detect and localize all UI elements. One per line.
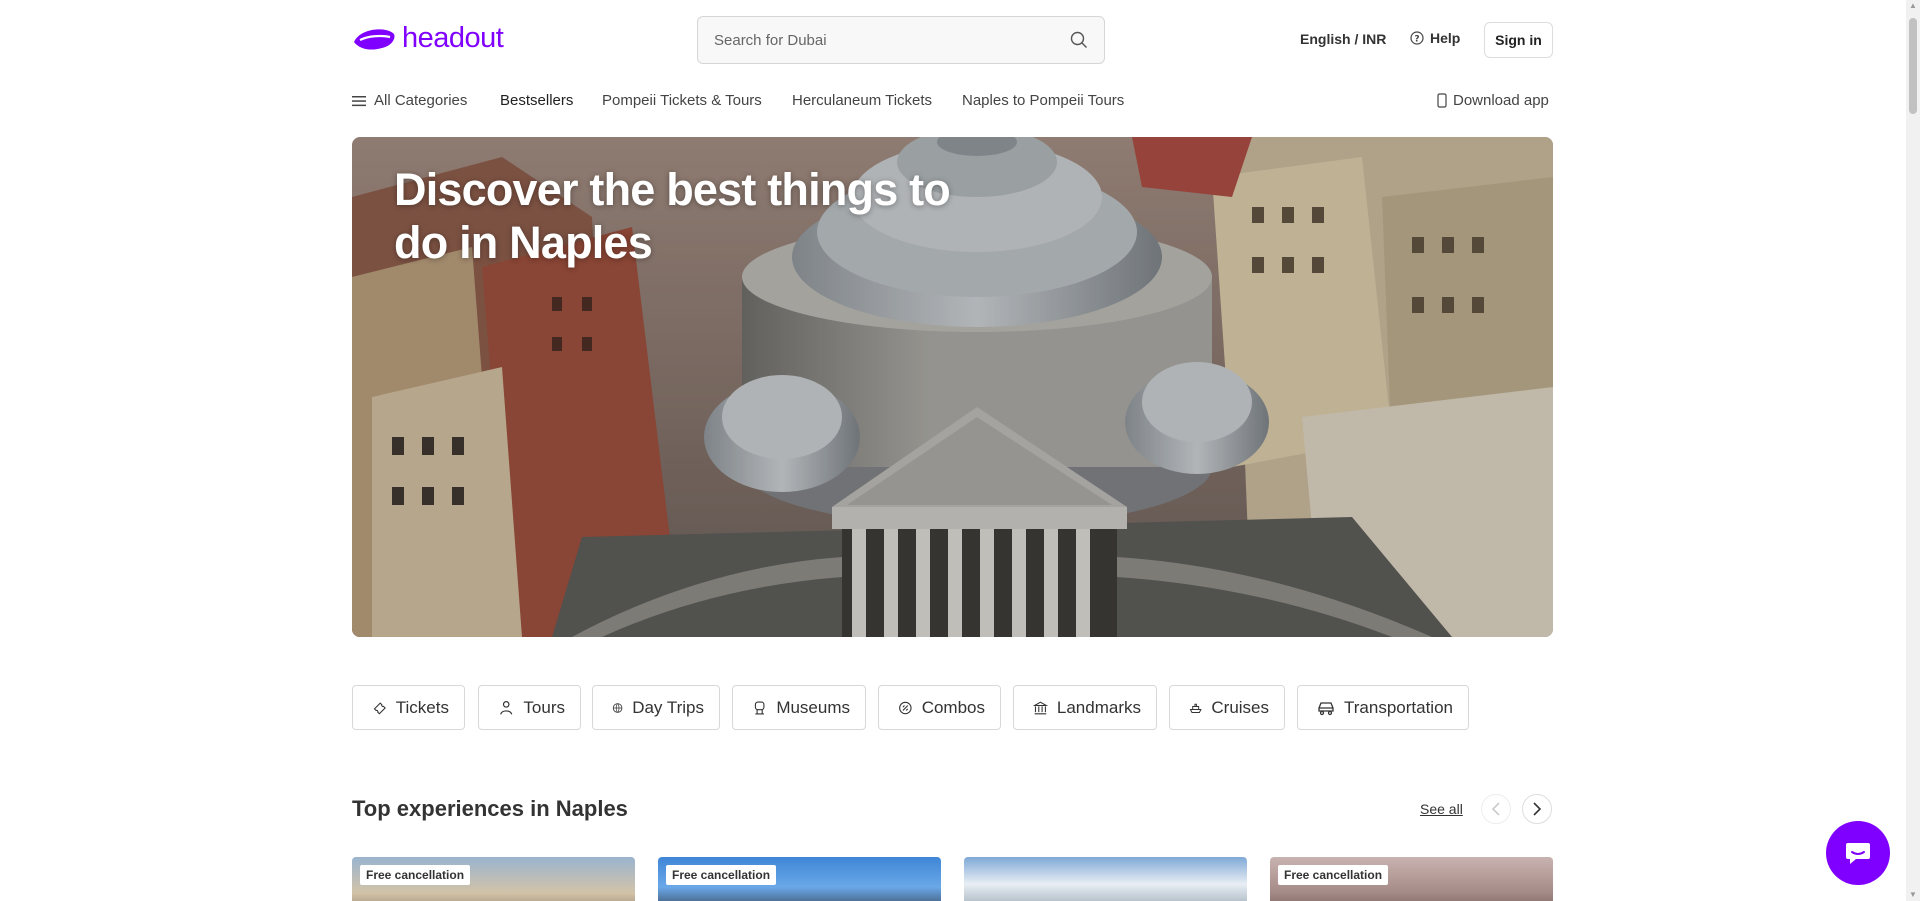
- download-app-link[interactable]: Download app: [1437, 92, 1549, 109]
- landmark-icon: [1033, 701, 1048, 714]
- chip-day-trips[interactable]: Day Trips: [592, 685, 720, 730]
- nav-all-categories[interactable]: All Categories: [352, 92, 467, 109]
- sign-in-button[interactable]: Sign in: [1484, 22, 1553, 58]
- free-cancellation-badge: Free cancellation: [1278, 865, 1389, 885]
- experience-card[interactable]: Free cancellation: [352, 857, 635, 901]
- scroll-down-arrow-icon[interactable]: ▼: [1909, 891, 1917, 899]
- nav-herculaneum-tickets[interactable]: Herculaneum Tickets: [792, 92, 932, 109]
- scroll-up-arrow-icon[interactable]: ▲: [1909, 2, 1917, 10]
- experience-card[interactable]: Free cancellation: [1270, 857, 1553, 901]
- logo-text: headout: [402, 22, 504, 54]
- chip-label: Museums: [776, 697, 850, 717]
- chip-combos[interactable]: Combos: [878, 685, 1001, 730]
- chip-label: Transportation: [1344, 697, 1453, 717]
- chat-support-button[interactable]: [1826, 821, 1890, 885]
- carousel-next-button[interactable]: [1522, 794, 1552, 824]
- search-icon[interactable]: [1070, 31, 1088, 49]
- day-trips-icon: [612, 702, 623, 713]
- carousel-prev-button[interactable]: [1481, 794, 1511, 824]
- free-cancellation-badge: Free cancellation: [360, 865, 471, 885]
- search-box[interactable]: [697, 16, 1105, 64]
- transportation-icon: [1318, 701, 1334, 715]
- search-input[interactable]: [714, 31, 1070, 49]
- free-cancellation-badge: Free cancellation: [666, 865, 777, 885]
- scrollbar-thumb[interactable]: [1909, 18, 1917, 114]
- chip-transportation[interactable]: Transportation: [1297, 685, 1469, 730]
- chip-landmarks[interactable]: Landmarks: [1013, 685, 1157, 730]
- hamburger-icon: [352, 95, 366, 106]
- chip-cruises[interactable]: Cruises: [1169, 685, 1285, 730]
- page-scrollbar[interactable]: ▲ ▼: [1906, 0, 1920, 901]
- combos-icon: [899, 701, 912, 714]
- chip-label: Landmarks: [1056, 697, 1141, 717]
- experience-card[interactable]: Free cancellation: [658, 857, 941, 901]
- chevron-right-icon: [1533, 802, 1542, 816]
- logo-mark-icon: [354, 28, 395, 50]
- help-icon: ?: [1410, 31, 1424, 45]
- ticket-icon: [373, 701, 386, 715]
- nav-bestsellers[interactable]: Bestsellers: [500, 92, 573, 109]
- chip-tickets[interactable]: Tickets: [352, 685, 465, 730]
- experience-card[interactable]: [964, 857, 1247, 901]
- chip-tours[interactable]: Tours: [478, 685, 581, 730]
- chevron-left-icon: [1491, 802, 1500, 816]
- cruise-icon: [1189, 703, 1202, 713]
- see-all-link[interactable]: See all: [1420, 801, 1463, 817]
- download-app-label: Download app: [1453, 92, 1549, 109]
- museum-icon: [754, 700, 765, 715]
- chip-label: Day Trips: [632, 697, 704, 717]
- chip-label: Cruises: [1211, 697, 1269, 717]
- chip-label: Combos: [921, 697, 985, 717]
- nav-item-label: All Categories: [374, 92, 468, 109]
- nav-pompeii-tickets-tours[interactable]: Pompeii Tickets & Tours: [602, 92, 762, 109]
- chip-label: Tickets: [395, 697, 449, 717]
- hero-banner: Discover the best things to do in Naples: [352, 137, 1553, 637]
- chip-label: Tours: [523, 697, 565, 717]
- phone-icon: [1437, 93, 1447, 108]
- help-label: Help: [1430, 30, 1461, 46]
- hero-title: Discover the best things to do in Naples: [394, 164, 951, 268]
- nav-naples-to-pompeii-tours[interactable]: Naples to Pompeii Tours: [962, 92, 1124, 109]
- section-title: Top experiences in Naples: [352, 796, 628, 821]
- chat-icon: [1846, 843, 1870, 864]
- chip-museums[interactable]: Museums: [732, 685, 866, 730]
- headout-logo[interactable]: headout: [352, 22, 504, 55]
- category-nav: All Categories Bestsellers Pompeii Ticke…: [352, 92, 1552, 114]
- svg-text:?: ?: [1414, 35, 1419, 45]
- help-link[interactable]: ? Help: [1410, 30, 1460, 46]
- language-currency-selector[interactable]: English / INR: [1300, 31, 1386, 47]
- site-header: headout English / INR ? Help Sign in: [0, 0, 1920, 80]
- tours-icon: [500, 700, 513, 715]
